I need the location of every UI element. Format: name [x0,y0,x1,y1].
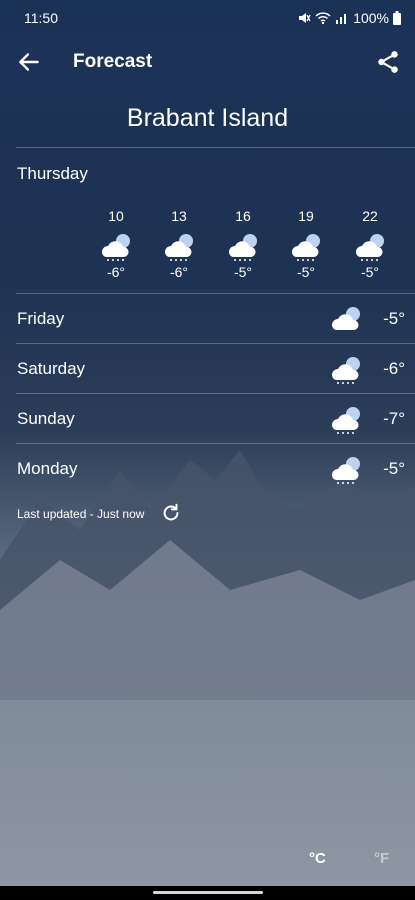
cloud-snow-icon [331,407,360,434]
location-name: Brabant Island [126,104,289,132]
day-temp: -7° [383,409,405,428]
hour-item: 13 -6° [149,208,209,280]
hour-temp: -6° [106,264,126,280]
hour-time: 22 [362,208,378,224]
hour-item: 19 -5° [276,208,336,280]
home-handle[interactable] [153,891,263,894]
daily-row[interactable]: Saturday -6° [0,344,415,394]
day-name: Saturday [17,359,86,378]
signal-icon [336,14,347,24]
cloud-snow-icon [331,457,360,484]
day-temp: -5° [383,459,405,478]
celsius-toggle[interactable]: °C [309,850,326,867]
hour-temp: -6° [169,264,189,280]
page-title: Forecast [73,51,153,72]
hour-item: 16 -5° [213,208,273,280]
hour-temp: -5° [296,264,316,280]
day-temp: -6° [383,359,405,378]
cloud-snow-icon [355,234,384,261]
share-icon[interactable] [375,49,401,75]
fahrenheit-toggle[interactable]: °F [374,850,389,867]
day-name: Friday [17,309,65,328]
cloud-snow-icon [331,357,360,384]
status-bar: 11:50 100% [0,0,415,36]
status-time: 11:50 [24,10,58,26]
cloud-icon [331,307,360,330]
day-name: Monday [17,459,78,478]
daily-row[interactable]: Sunday -7° [0,394,415,444]
mute-icon [299,13,311,23]
app-bar: Forecast [0,40,415,84]
battery-icon [393,11,401,25]
cloud-snow-icon [101,234,130,261]
last-updated-text: Last updated - Just now [17,507,145,521]
day-temp: -5° [383,309,405,328]
back-arrow-icon[interactable] [16,49,42,75]
cloud-snow-icon [164,234,193,261]
day-name: Sunday [17,409,75,428]
hour-item: 22 -5° [340,208,400,280]
daily-row[interactable]: Friday -5° [0,294,415,344]
cloud-snow-icon [291,234,320,261]
hour-time: 13 [171,208,187,224]
refresh-icon[interactable] [160,502,182,524]
divider [16,147,415,148]
hour-temp: -5° [360,264,380,280]
battery-percent: 100% [353,10,389,26]
today-label: Thursday [17,164,88,183]
hour-item: 10 -6° [86,208,146,280]
daily-row[interactable]: Monday -5° [0,444,415,494]
wifi-icon [315,12,331,25]
hour-temp: -5° [233,264,253,280]
hour-time: 16 [235,208,251,224]
hour-time: 10 [108,208,124,224]
hour-time: 19 [298,208,314,224]
cloud-snow-icon [228,234,257,261]
